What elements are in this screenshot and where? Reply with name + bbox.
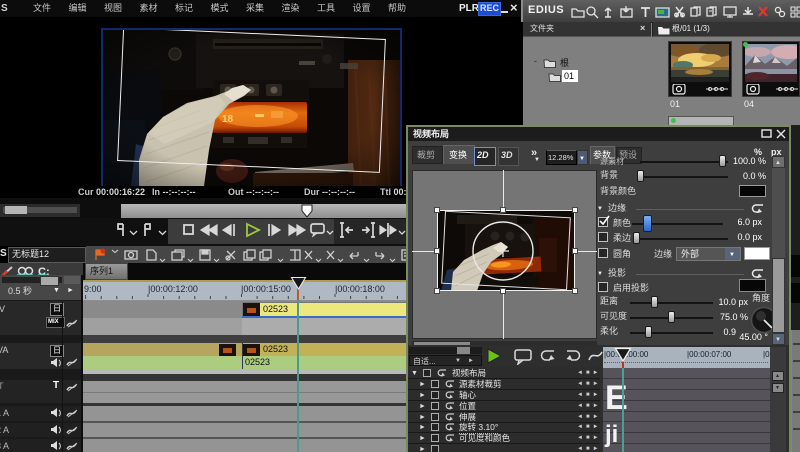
- svg-text:9:00: 9:00: [84, 284, 102, 294]
- svg-text:|00:00:15:00: |00:00:15:00: [241, 284, 291, 294]
- svg-text:|00:00:18:00: |00:00:18:00: [335, 284, 385, 294]
- svg-text:|00:00:12:00: |00:00:12:00: [148, 284, 198, 294]
